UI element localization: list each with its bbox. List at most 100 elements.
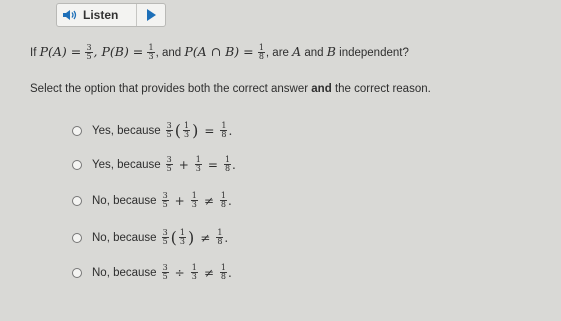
first-fraction: 35 bbox=[161, 228, 169, 246]
period: . bbox=[227, 193, 232, 208]
third-fraction: 18 bbox=[220, 121, 228, 139]
play-button[interactable] bbox=[137, 4, 165, 26]
option-label: No, because bbox=[92, 194, 157, 207]
operator: + bbox=[178, 157, 189, 172]
event-a: A bbox=[292, 44, 302, 59]
third-numerator: 1 bbox=[221, 121, 227, 130]
second-numerator: 1 bbox=[191, 263, 197, 272]
radio-button[interactable] bbox=[72, 125, 82, 136]
first-denominator: 5 bbox=[165, 130, 173, 139]
pb-expression: , P(B) = bbox=[93, 44, 144, 59]
relation: = bbox=[204, 123, 215, 138]
first-fraction: 35 bbox=[165, 155, 173, 173]
second-fraction: 13 bbox=[190, 263, 198, 281]
close-paren: ) bbox=[188, 228, 195, 247]
third-denominator: 8 bbox=[219, 272, 227, 281]
question-and: and bbox=[304, 47, 324, 59]
speaker-icon bbox=[63, 9, 79, 21]
option-expression: 3 5 ÷ 1 3 ≠ 1 8. bbox=[161, 264, 232, 281]
instruction-after: the correct reason. bbox=[334, 83, 431, 95]
relation: ≠ bbox=[203, 193, 214, 208]
instruction-bold: and bbox=[311, 83, 332, 95]
option-expression: 3 5(1 3) ≠ 1 8. bbox=[161, 228, 229, 247]
third-denominator: 8 bbox=[216, 237, 224, 246]
instruction-before: Select the option that provides both the… bbox=[30, 83, 309, 95]
open-paren: ( bbox=[170, 228, 177, 247]
third-numerator: 1 bbox=[224, 155, 231, 164]
relation: ≠ bbox=[203, 265, 214, 280]
third-fraction: 18 bbox=[216, 228, 224, 246]
pab-fraction: 18 bbox=[257, 43, 265, 62]
first-numerator: 3 bbox=[162, 228, 168, 237]
second-fraction: 13 bbox=[178, 229, 187, 246]
second-denominator: 3 bbox=[194, 164, 202, 173]
third-fraction: 18 bbox=[219, 191, 227, 209]
option-label: Yes, because bbox=[92, 158, 161, 171]
second-numerator: 1 bbox=[191, 191, 197, 200]
pa-denominator: 5 bbox=[85, 52, 93, 62]
third-denominator: 8 bbox=[219, 200, 227, 209]
answer-option[interactable]: No, because 3 5 ÷ 1 3 ≠ 1 8. bbox=[72, 264, 232, 281]
first-fraction: 35 bbox=[161, 263, 169, 281]
third-fraction: 18 bbox=[219, 264, 227, 281]
first-fraction: 35 bbox=[161, 191, 169, 209]
period: . bbox=[224, 230, 229, 245]
option-expression: 3 5 +1 3 ≠ 1 8. bbox=[161, 192, 232, 209]
pa-fraction: 35 bbox=[85, 43, 93, 62]
first-numerator: 3 bbox=[162, 191, 168, 200]
pa-expression: P(A) = bbox=[39, 44, 82, 59]
third-denominator: 8 bbox=[223, 164, 232, 173]
option-expression: 3 5(1 3) = 1 8. bbox=[165, 121, 232, 140]
pab-expression: P(A ∩ B) = bbox=[184, 44, 254, 59]
second-fraction: 13 bbox=[190, 191, 198, 209]
pab-denominator: 8 bbox=[257, 52, 265, 62]
operator: + bbox=[174, 193, 185, 208]
radio-button[interactable] bbox=[72, 232, 82, 243]
third-fraction: 18 bbox=[223, 155, 232, 173]
radio-button[interactable] bbox=[72, 159, 82, 170]
option-label: No, because bbox=[92, 266, 157, 279]
answer-option[interactable]: Yes, because 3 5 +1 3 = 1 8. bbox=[72, 156, 236, 173]
pb-fraction: 13 bbox=[147, 43, 155, 62]
second-fraction: 13 bbox=[182, 121, 191, 139]
event-b: B bbox=[326, 44, 336, 59]
second-denominator: 3 bbox=[178, 237, 187, 246]
question-text: If P(A) = 35, P(B) = 13, and P(A ∩ B) = … bbox=[30, 44, 555, 61]
pb-numerator: 1 bbox=[148, 43, 154, 53]
second-numerator: 1 bbox=[183, 121, 190, 130]
answer-option[interactable]: Yes, because 3 5(1 3) = 1 8. bbox=[72, 121, 232, 140]
option-label: Yes, because bbox=[92, 124, 161, 137]
second-fraction: 13 bbox=[194, 155, 202, 173]
option-label: No, because bbox=[92, 231, 157, 244]
second-denominator: 3 bbox=[182, 130, 191, 139]
answer-option[interactable]: No, because 3 5(1 3) ≠ 1 8. bbox=[72, 228, 228, 247]
period: . bbox=[232, 157, 236, 172]
pb-denominator: 3 bbox=[147, 52, 155, 62]
question-tail: , are bbox=[265, 47, 289, 59]
radio-button[interactable] bbox=[72, 267, 82, 278]
second-denominator: 3 bbox=[190, 272, 198, 281]
pab-numerator: 1 bbox=[258, 43, 264, 53]
listen-button[interactable]: Listen bbox=[57, 4, 137, 26]
open-paren: ( bbox=[174, 121, 181, 140]
second-numerator: 1 bbox=[195, 155, 201, 164]
third-denominator: 8 bbox=[220, 130, 228, 139]
period: . bbox=[227, 265, 232, 280]
option-expression: 3 5 +1 3 = 1 8. bbox=[165, 156, 236, 173]
third-numerator: 1 bbox=[217, 228, 223, 237]
pa-numerator: 3 bbox=[86, 43, 92, 53]
third-numerator: 1 bbox=[220, 191, 226, 200]
instruction-text: Select the option that provides both the… bbox=[30, 83, 431, 95]
close-paren: ) bbox=[192, 121, 199, 140]
question-mid: , and bbox=[155, 47, 182, 59]
question-end: independent? bbox=[339, 47, 409, 59]
second-denominator: 3 bbox=[190, 200, 198, 209]
first-numerator: 3 bbox=[162, 263, 168, 272]
first-numerator: 3 bbox=[166, 121, 172, 130]
relation: = bbox=[207, 157, 218, 172]
first-numerator: 3 bbox=[166, 155, 172, 164]
first-denominator: 5 bbox=[165, 164, 173, 173]
answer-option[interactable]: No, because 3 5 +1 3 ≠ 1 8. bbox=[72, 192, 232, 209]
radio-button[interactable] bbox=[72, 195, 82, 206]
operator: ÷ bbox=[174, 265, 185, 280]
